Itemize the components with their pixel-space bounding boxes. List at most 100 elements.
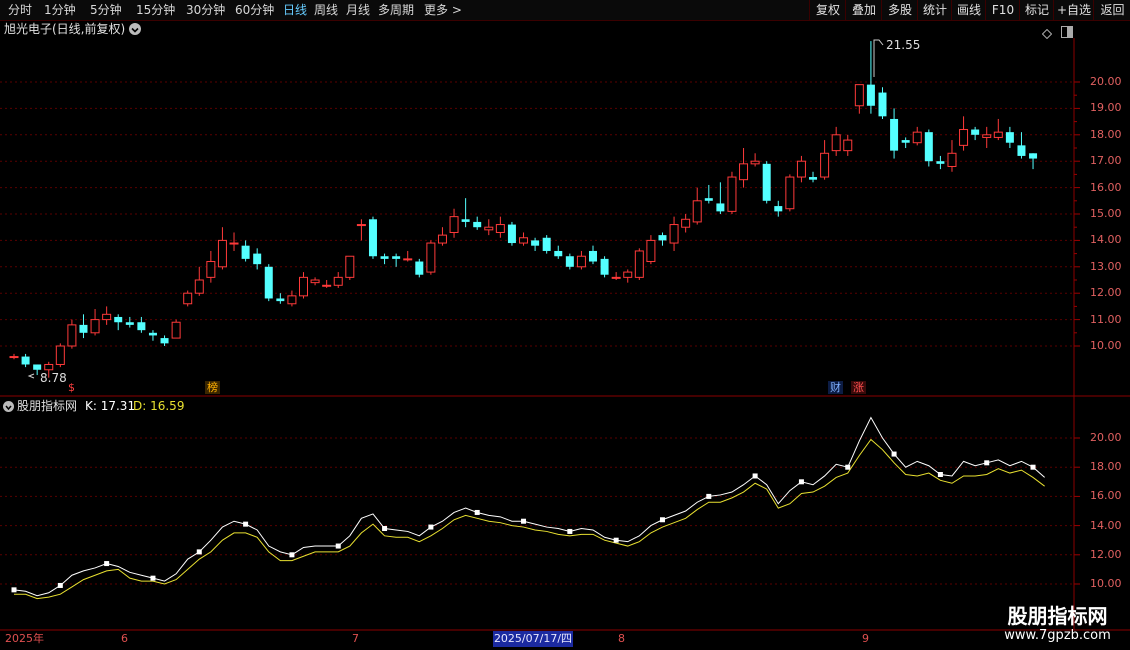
price-tick-label: 19.00 — [1090, 101, 1122, 115]
indicator-k-line — [13, 416, 1045, 597]
candle-body — [831, 134, 841, 152]
candle-body — [9, 356, 19, 359]
indicator-k-marker — [243, 521, 249, 527]
indicator-k-marker — [752, 473, 758, 479]
event-marker-dividend[interactable]: $ — [66, 381, 77, 394]
candle-body — [993, 131, 1003, 138]
price-tick-label: 12.00 — [1090, 286, 1122, 300]
candle-body — [901, 140, 910, 143]
candle-body — [982, 134, 992, 138]
candle-body — [276, 298, 285, 302]
candle-body — [426, 242, 436, 273]
candle-body — [253, 253, 262, 265]
indicator-k-marker — [659, 517, 665, 523]
indicator-k-marker — [567, 528, 573, 534]
indicator-k-marker — [845, 464, 851, 470]
candle-body — [854, 84, 864, 107]
candle-body — [878, 92, 887, 117]
indicator-k-marker — [521, 518, 527, 524]
candle-body — [322, 284, 332, 287]
candle-body — [415, 261, 424, 275]
indicator-name[interactable]: 股朋指标网 — [17, 398, 77, 414]
indicator-k-marker — [798, 479, 804, 485]
candle-body — [241, 245, 250, 259]
watermark: 股朋指标网 www.7gpzb.com — [985, 600, 1130, 650]
candle-body — [55, 345, 65, 365]
low-price-label: 8.78 — [40, 371, 67, 385]
price-tick-label: 20.00 — [1090, 75, 1122, 88]
candle-body — [449, 216, 459, 233]
candle-body — [843, 139, 853, 152]
candle-body — [114, 316, 123, 323]
indicator-tick-label: 14.00 — [1090, 518, 1122, 532]
indicator-k-marker — [150, 575, 156, 581]
candle-body — [171, 321, 181, 339]
price-tick-label: 10.00 — [1090, 339, 1122, 352]
candle-body — [345, 255, 355, 278]
indicator-d-line — [14, 438, 1045, 600]
candle-body — [576, 255, 586, 268]
candle-body — [971, 129, 980, 135]
candle-body — [692, 200, 702, 223]
candle-body — [1017, 145, 1026, 156]
event-marker-finance[interactable]: 财 — [828, 381, 843, 394]
candle-body — [866, 84, 875, 106]
indicator-k-marker — [474, 509, 480, 515]
watermark-title: 股朋指标网 — [1007, 604, 1108, 628]
chevron-down-icon[interactable] — [3, 401, 14, 412]
candle-body — [912, 131, 922, 144]
event-marker-billboard[interactable]: 榜 — [205, 381, 220, 394]
indicator-tick-label: 12.00 — [1090, 547, 1122, 561]
event-marker-limit-up[interactable]: 涨 — [851, 381, 866, 394]
indicator-k-marker — [428, 524, 434, 530]
candle-body — [125, 322, 134, 325]
kline-chart[interactable] — [0, 0, 1130, 650]
candle-body — [194, 279, 204, 294]
grid-lines — [0, 81, 1080, 585]
candle-body — [90, 319, 100, 334]
indicator-k-marker — [57, 582, 63, 588]
indicator-k-marker — [196, 549, 202, 555]
candle-body — [33, 364, 42, 370]
candle-body — [785, 176, 795, 210]
candle-body — [507, 224, 516, 244]
candle-body — [646, 239, 656, 263]
candle-body — [356, 224, 366, 227]
candle-body — [519, 237, 529, 244]
candle-body — [565, 256, 574, 267]
candle-body — [890, 118, 899, 151]
candle-body — [380, 256, 389, 259]
candle-body — [206, 261, 216, 278]
indicator-k-marker — [1030, 464, 1036, 470]
candle-body — [531, 240, 540, 246]
indicator-tick-label: 20.00 — [1090, 431, 1122, 444]
candle-body — [727, 176, 737, 212]
candle-body — [484, 226, 494, 231]
candle-body — [217, 239, 227, 268]
date-label-july: 7 — [352, 632, 359, 645]
candle-body — [542, 237, 551, 251]
candle-body — [947, 152, 957, 167]
candle-body — [774, 206, 783, 212]
candle-body — [437, 234, 447, 244]
candle-body — [79, 324, 88, 333]
candle-body — [368, 219, 377, 257]
candle-body — [264, 266, 273, 299]
indicator-tick-label: 18.00 — [1090, 460, 1122, 474]
candle-body — [1005, 132, 1014, 143]
candle-body — [739, 163, 749, 181]
candle-body — [461, 219, 470, 222]
candle-body — [67, 324, 77, 347]
candle-body — [959, 129, 969, 146]
price-tick-label: 13.00 — [1090, 259, 1122, 273]
indicator-d-value: D: 16.59 — [133, 399, 185, 413]
low-pointer — [27, 373, 35, 379]
candle-body — [658, 235, 667, 241]
candle-body — [762, 163, 771, 201]
candle-body — [160, 338, 169, 344]
indicator-k-value: K: 17.31 — [85, 399, 136, 413]
candle-body — [634, 250, 644, 278]
candle-body — [554, 250, 563, 257]
indicator-k-marker — [613, 537, 619, 543]
indicator-tick-label: 10.00 — [1090, 577, 1122, 590]
